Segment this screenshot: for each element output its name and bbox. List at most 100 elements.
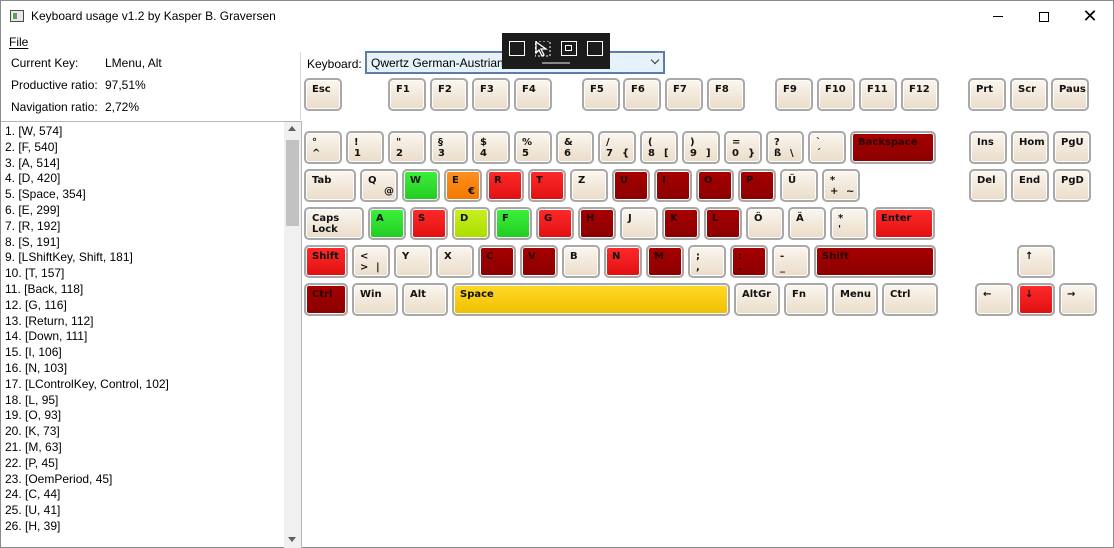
key-label: F7 — [673, 84, 687, 95]
list-item[interactable]: 1. [W, 574] — [1, 124, 301, 140]
key-ue: Ü — [780, 169, 818, 202]
key-prt: Prt — [968, 78, 1006, 111]
key-altgr: AltGr — [734, 283, 780, 316]
current-key-label: Current Key: — [11, 56, 79, 70]
key-label: * — [830, 175, 836, 186]
list-item[interactable]: 19. [O, 93] — [1, 408, 301, 424]
list-item[interactable]: 3. [A, 514] — [1, 156, 301, 172]
key-pgd: PgD — [1053, 169, 1091, 202]
scroll-up-icon[interactable] — [288, 126, 296, 131]
list-item[interactable]: 26. [H, 39] — [1, 519, 301, 535]
scroll-thumb[interactable] — [286, 140, 299, 226]
key-label: ' — [838, 224, 842, 235]
select-element-icon[interactable] — [509, 41, 525, 56]
key-f10: F10 — [817, 78, 855, 111]
list-item[interactable]: 9. [LShiftKey, Shift, 181] — [1, 250, 301, 266]
maximize-button[interactable] — [1021, 1, 1067, 32]
key-label: ] — [706, 148, 711, 159]
capture-icon[interactable] — [587, 41, 603, 56]
key-d6: & 6 — [556, 131, 594, 164]
scroll-down-icon[interactable] — [288, 537, 296, 542]
key-lt: < > | — [352, 245, 390, 278]
key-label: _ — [780, 262, 785, 273]
key-backspace: Backspace — [850, 131, 936, 164]
list-item[interactable]: 6. [E, 299] — [1, 203, 301, 219]
key-f4: F4 — [514, 78, 552, 111]
key-hom: Hom — [1011, 131, 1049, 164]
list-item[interactable]: 4. [D, 420] — [1, 171, 301, 187]
key-esc: Esc — [304, 78, 342, 111]
list-item[interactable]: 23. [OemPeriod, 45] — [1, 472, 301, 488]
key-win: Win — [352, 283, 398, 316]
key-label: { — [622, 148, 630, 159]
menu-file[interactable]: File — [9, 35, 28, 49]
key-fn: Fn — [784, 283, 828, 316]
key-f11: F11 — [859, 78, 897, 111]
list-scrollbar[interactable] — [284, 122, 301, 548]
key-label: 5 — [522, 148, 529, 159]
key-label: < — [360, 251, 369, 262]
minimize-button[interactable] — [975, 1, 1021, 32]
key-label: Y — [402, 251, 410, 262]
list-item[interactable]: 11. [Back, 118] — [1, 282, 301, 298]
key-label: AltGr — [742, 289, 772, 300]
key-label: K — [670, 213, 678, 224]
list-item[interactable]: 5. [Space, 354] — [1, 187, 301, 203]
list-item[interactable]: 8. [S, 191] — [1, 235, 301, 251]
key-z: Z — [570, 169, 608, 202]
key-j: J — [620, 207, 658, 240]
usage-list[interactable]: 1. [W, 574] 2. [F, 540] 3. [A, 514] 4. [D, … — [1, 121, 302, 548]
key-plus: * + ~ — [822, 169, 860, 202]
key-b: B — [562, 245, 600, 278]
key-f: F — [494, 207, 532, 240]
key-down: ↓ — [1017, 283, 1055, 316]
list-item[interactable]: 14. [Down, 111] — [1, 329, 301, 345]
key-label: * — [838, 213, 844, 224]
key-label: , — [696, 262, 700, 273]
key-y: Y — [394, 245, 432, 278]
pointer-icon[interactable] — [534, 40, 551, 57]
key-e: E € — [444, 169, 482, 202]
key-n: N — [604, 245, 642, 278]
list-item[interactable]: 20. [K, 73] — [1, 424, 301, 440]
key-k: K — [662, 207, 700, 240]
key-c: C — [478, 245, 516, 278]
key-label: " — [396, 137, 402, 148]
key-d4: $4 — [472, 131, 510, 164]
key-label: Ä — [796, 213, 804, 224]
list-item[interactable]: 10. [T, 157] — [1, 266, 301, 282]
key-label: Ö — [754, 213, 763, 224]
list-item[interactable]: 15. [I, 106] — [1, 345, 301, 361]
list-item[interactable]: 12. [G, 116] — [1, 298, 301, 314]
list-item[interactable]: 17. [LControlKey, Control, 102] — [1, 377, 301, 393]
key-label: & — [564, 137, 573, 148]
app-window: Keyboard usage v1.2 by Kasper B. Gravers… — [0, 0, 1114, 548]
key-label: PgD — [1061, 175, 1084, 186]
key-label: ↑ — [1025, 251, 1034, 262]
key-label: ) — [690, 137, 695, 148]
list-item[interactable]: 7. [R, 192] — [1, 219, 301, 235]
frame-icon[interactable] — [561, 41, 577, 56]
list-item[interactable]: 25. [U, 41] — [1, 503, 301, 519]
list-item[interactable]: 13. [Return, 112] — [1, 314, 301, 330]
key-label: = — [732, 137, 741, 148]
key-label: F8 — [715, 84, 729, 95]
key-end: End — [1011, 169, 1049, 202]
list-item[interactable]: 18. [L, 95] — [1, 393, 301, 409]
key-up: ↑ — [1017, 245, 1055, 278]
key-label: S — [418, 213, 426, 224]
key-label: PgU — [1061, 137, 1084, 148]
close-button[interactable]: ✕ — [1067, 1, 1113, 32]
floating-toolbar — [502, 33, 610, 69]
key-alt: Alt — [402, 283, 448, 316]
list-item[interactable]: 22. [P, 45] — [1, 456, 301, 472]
list-item[interactable]: 2. [F, 540] — [1, 140, 301, 156]
toolbar-drag-handle[interactable] — [542, 62, 570, 64]
maximize-icon — [1039, 11, 1049, 22]
list-item[interactable]: 16. [N, 103] — [1, 361, 301, 377]
list-item[interactable]: 24. [C, 44] — [1, 487, 301, 503]
key-label: Tab — [312, 175, 332, 186]
list-item[interactable]: 21. [M, 63] — [1, 440, 301, 456]
key-rshift: Shift — [814, 245, 936, 278]
key-d7: /7 { — [598, 131, 636, 164]
